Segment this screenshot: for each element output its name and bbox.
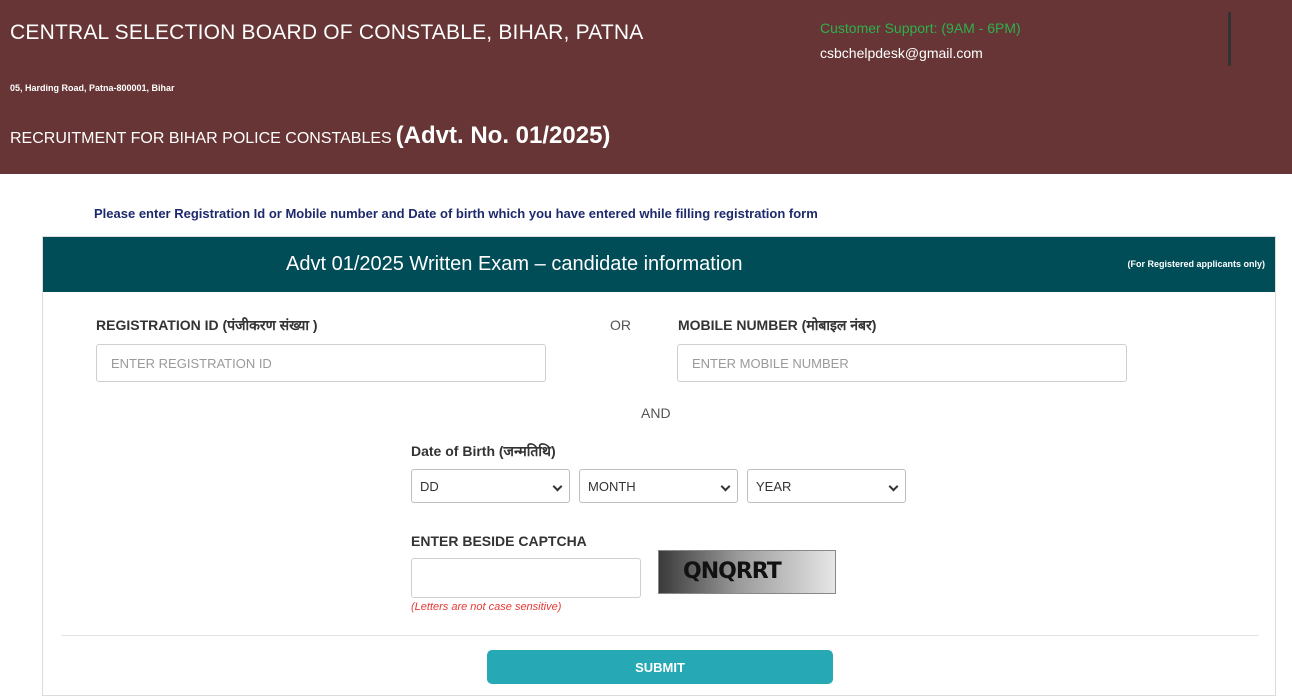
instruction-notice: Please enter Registration Id or Mobile n… — [94, 206, 818, 221]
header-divider — [1228, 12, 1231, 66]
captcha-code: QNQRRT — [683, 559, 782, 584]
organization-address: 05, Harding Road, Patna-800001, Bihar — [10, 83, 175, 93]
captcha-label: ENTER BESIDE CAPTCHA — [411, 533, 587, 549]
support-email: csbchelpdesk@gmail.com — [820, 45, 983, 61]
mobile-number-label: MOBILE NUMBER (मोबाइल नंबर) — [678, 317, 877, 333]
and-separator: AND — [641, 405, 671, 421]
chevron-down-icon — [720, 481, 731, 492]
site-header: CENTRAL SELECTION BOARD OF CONSTABLE, BI… — [0, 0, 1292, 174]
recruitment-heading: RECRUITMENT FOR BIHAR POLICE CONSTABLES(… — [10, 122, 610, 150]
customer-support-hours: Customer Support: (9AM - 6PM) — [820, 20, 1021, 36]
chevron-down-icon — [552, 481, 563, 492]
dob-year-select[interactable]: YEAR — [747, 469, 906, 503]
recruitment-text: RECRUITMENT FOR BIHAR POLICE CONSTABLES — [10, 130, 392, 147]
dob-year-value: YEAR — [756, 479, 792, 494]
or-separator: OR — [610, 317, 631, 333]
dob-day-select[interactable]: DD — [411, 469, 570, 503]
registration-id-label: REGISTRATION ID (पंजीकरण संख्या ) — [96, 317, 318, 333]
dob-day-value: DD — [420, 479, 439, 494]
form-divider — [61, 635, 1259, 636]
captcha-image: QNQRRT — [658, 550, 836, 594]
submit-button[interactable]: SUBMIT — [487, 650, 833, 684]
captcha-input[interactable] — [411, 558, 641, 598]
dob-month-select[interactable]: MONTH — [579, 469, 738, 503]
registration-id-input[interactable] — [96, 344, 546, 382]
advertisement-number: (Advt. No. 01/2025) — [395, 122, 611, 149]
form-header: Advt 01/2025 Written Exam – candidate in… — [43, 237, 1275, 292]
candidate-info-form: Advt 01/2025 Written Exam – candidate in… — [42, 236, 1276, 696]
mobile-number-input[interactable] — [677, 344, 1127, 382]
organization-name: CENTRAL SELECTION BOARD OF CONSTABLE, BI… — [10, 21, 644, 44]
captcha-hint: (Letters are not case sensitive) — [411, 601, 562, 613]
registered-only-note: (For Registered applicants only) — [1127, 259, 1265, 269]
form-title: Advt 01/2025 Written Exam – candidate in… — [286, 253, 743, 275]
dob-label: Date of Birth (जन्मतिथि) — [411, 443, 556, 459]
chevron-down-icon — [888, 481, 899, 492]
dob-month-value: MONTH — [588, 479, 636, 494]
